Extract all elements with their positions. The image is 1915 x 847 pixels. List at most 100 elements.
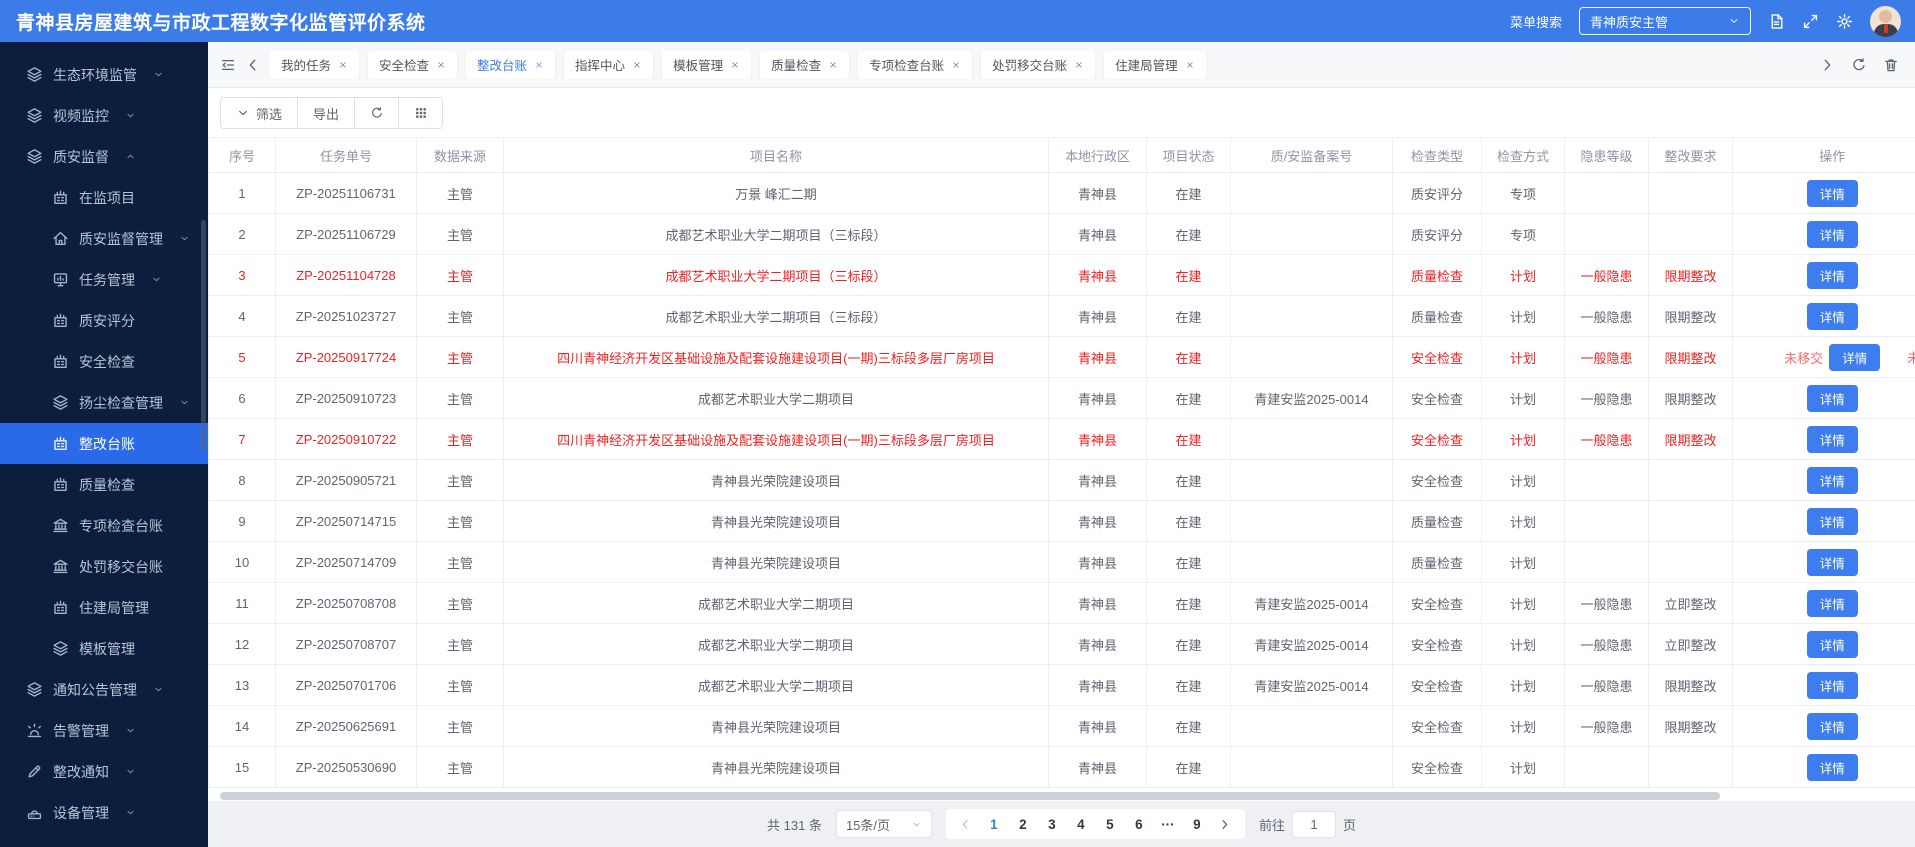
pager-ellipsis[interactable]: ··· <box>1155 810 1181 838</box>
tab[interactable]: 住建局管理 <box>1104 51 1206 79</box>
close-tabs-trash-icon[interactable] <box>1883 57 1899 73</box>
detail-button[interactable]: 详情 <box>1807 221 1858 248</box>
sidebar-item-eco-env[interactable]: 生态环境监管 <box>0 54 208 95</box>
monitor-icon <box>52 271 69 288</box>
layers-icon <box>52 640 69 657</box>
role-select[interactable]: 青神质安主管 <box>1579 7 1751 35</box>
prev-page-icon[interactable] <box>954 818 978 831</box>
table-cell: 主管 <box>417 337 504 378</box>
sidebar-scrollbar[interactable] <box>201 220 206 452</box>
export-button[interactable]: 导出 <box>297 98 354 128</box>
close-icon[interactable] <box>534 60 544 70</box>
pager-page-1[interactable]: 1 <box>981 810 1007 838</box>
sidebar-item-quality-check[interactable]: 质量检查 <box>0 464 208 505</box>
table-cell: 成都艺术职业大学二期项目（三标段） <box>504 255 1049 296</box>
sidebar-item-task-mgmt[interactable]: 任务管理 <box>0 259 208 300</box>
detail-button[interactable]: 详情 <box>1807 508 1858 535</box>
page-size-select[interactable]: 15条/页 <box>836 810 932 838</box>
pager-page-4[interactable]: 4 <box>1068 810 1094 838</box>
next-page-icon[interactable] <box>1213 818 1237 831</box>
tab[interactable]: 我的任务 <box>270 51 359 79</box>
menu-search-button[interactable]: 菜单搜索 <box>1510 12 1562 31</box>
close-icon[interactable] <box>828 60 838 70</box>
pager-page-6[interactable]: 6 <box>1126 810 1152 838</box>
sidebar-item-notice-mgmt[interactable]: 通知公告管理 <box>0 669 208 710</box>
detail-button[interactable]: 详情 <box>1807 303 1858 330</box>
close-icon[interactable] <box>1074 60 1084 70</box>
detail-button[interactable]: 详情 <box>1807 631 1858 658</box>
detail-button[interactable]: 详情 <box>1807 180 1858 207</box>
close-icon[interactable] <box>1185 60 1195 70</box>
goto-page-input[interactable] <box>1292 811 1336 838</box>
detail-button[interactable]: 详情 <box>1829 344 1880 371</box>
goto-page: 前往 页 <box>1259 811 1356 838</box>
fullscreen-icon[interactable] <box>1802 13 1819 30</box>
detail-button[interactable]: 详情 <box>1807 549 1858 576</box>
sidebar-item-safety-check[interactable]: 安全检查 <box>0 341 208 382</box>
tab[interactable]: 质量检查 <box>760 51 849 79</box>
table-cell: 成都艺术职业大学二期项目 <box>504 665 1049 706</box>
sidebar-item-video-monitor[interactable]: 视频监控 <box>0 95 208 136</box>
tab[interactable]: 指挥中心 <box>564 51 653 79</box>
refresh-button[interactable] <box>354 98 398 128</box>
detail-button[interactable]: 详情 <box>1807 754 1858 781</box>
tab[interactable]: 处罚移交台账 <box>981 51 1095 79</box>
scroll-tabs-right-icon[interactable] <box>1819 57 1835 73</box>
pager-page-3[interactable]: 3 <box>1039 810 1065 838</box>
close-icon[interactable] <box>436 60 446 70</box>
pager-page-5[interactable]: 5 <box>1097 810 1123 838</box>
table-cell: ZP-20250714715 <box>276 501 417 542</box>
horizontal-scrollbar-thumb[interactable] <box>220 792 1720 800</box>
filter-button[interactable]: 筛选 <box>221 98 297 128</box>
table-cell: 青神县 <box>1049 378 1147 419</box>
detail-button[interactable]: 详情 <box>1807 713 1858 740</box>
pager-page-9[interactable]: 9 <box>1184 810 1210 838</box>
sidebar-item-qs-score[interactable]: 质安评分 <box>0 300 208 341</box>
pager-pages: 123456···9 <box>981 810 1210 838</box>
tab[interactable]: 安全检查 <box>368 51 457 79</box>
table-cell: 质量检查 <box>1393 542 1482 583</box>
avatar[interactable] <box>1870 6 1901 37</box>
detail-button[interactable]: 详情 <box>1807 385 1858 412</box>
building-icon <box>52 353 69 370</box>
sidebar-item-zhujian-mgmt[interactable]: 住建局管理 <box>0 587 208 628</box>
refresh-tab-icon[interactable] <box>1851 57 1867 73</box>
table-cell: 主管 <box>417 173 504 214</box>
sidebar-item-alarm-mgmt[interactable]: 告警管理 <box>0 710 208 751</box>
tab[interactable]: 整改台账 <box>466 51 555 79</box>
tab[interactable]: 专项检查台账 <box>858 51 972 79</box>
close-icon[interactable] <box>730 60 740 70</box>
collapse-menu-icon[interactable] <box>220 57 236 73</box>
close-icon[interactable] <box>951 60 961 70</box>
sidebar-item-special-ledger[interactable]: 专项检查台账 <box>0 505 208 546</box>
table-row: 12ZP-20250708707主管成都艺术职业大学二期项目青神县在建青建安监2… <box>209 624 1915 665</box>
detail-button[interactable]: 详情 <box>1807 672 1858 699</box>
column-settings-button[interactable] <box>398 98 442 128</box>
sidebar-item-qs-mgmt[interactable]: 质安监督管理 <box>0 218 208 259</box>
sidebar-item-rectify-notice[interactable]: 整改通知 <box>0 751 208 792</box>
sidebar-item-template-mgmt[interactable]: 模板管理 <box>0 628 208 669</box>
detail-button[interactable]: 详情 <box>1807 262 1858 289</box>
document-icon[interactable] <box>1768 13 1785 30</box>
tab[interactable]: 模板管理 <box>662 51 751 79</box>
table-cell <box>1565 460 1649 501</box>
scroll-tabs-left-icon[interactable] <box>245 57 261 73</box>
sidebar-item-device-mgmt[interactable]: 设备管理 <box>0 792 208 833</box>
sidebar-item-punish-ledger[interactable]: 处罚移交台账 <box>0 546 208 587</box>
chevron-down-icon <box>236 106 250 120</box>
sidebar-item-quality-safety[interactable]: 质安监督 <box>0 136 208 177</box>
sidebar-item-dust-check[interactable]: 扬尘检查管理 <box>0 382 208 423</box>
detail-button[interactable]: 详情 <box>1807 467 1858 494</box>
close-icon[interactable] <box>632 60 642 70</box>
detail-button[interactable]: 详情 <box>1807 426 1858 453</box>
table-cell <box>1649 542 1733 583</box>
building-icon <box>52 189 69 206</box>
sidebar-item-in-progress[interactable]: 在监项目 <box>0 177 208 218</box>
gear-icon[interactable] <box>1836 13 1853 30</box>
detail-button[interactable]: 详情 <box>1807 590 1858 617</box>
pager-page-2[interactable]: 2 <box>1010 810 1036 838</box>
sidebar-item-rectify-ledger[interactable]: 整改台账 <box>0 423 208 464</box>
table-cell: 在建 <box>1147 665 1231 706</box>
close-icon[interactable] <box>338 60 348 70</box>
table-cell: 青神县 <box>1049 747 1147 788</box>
